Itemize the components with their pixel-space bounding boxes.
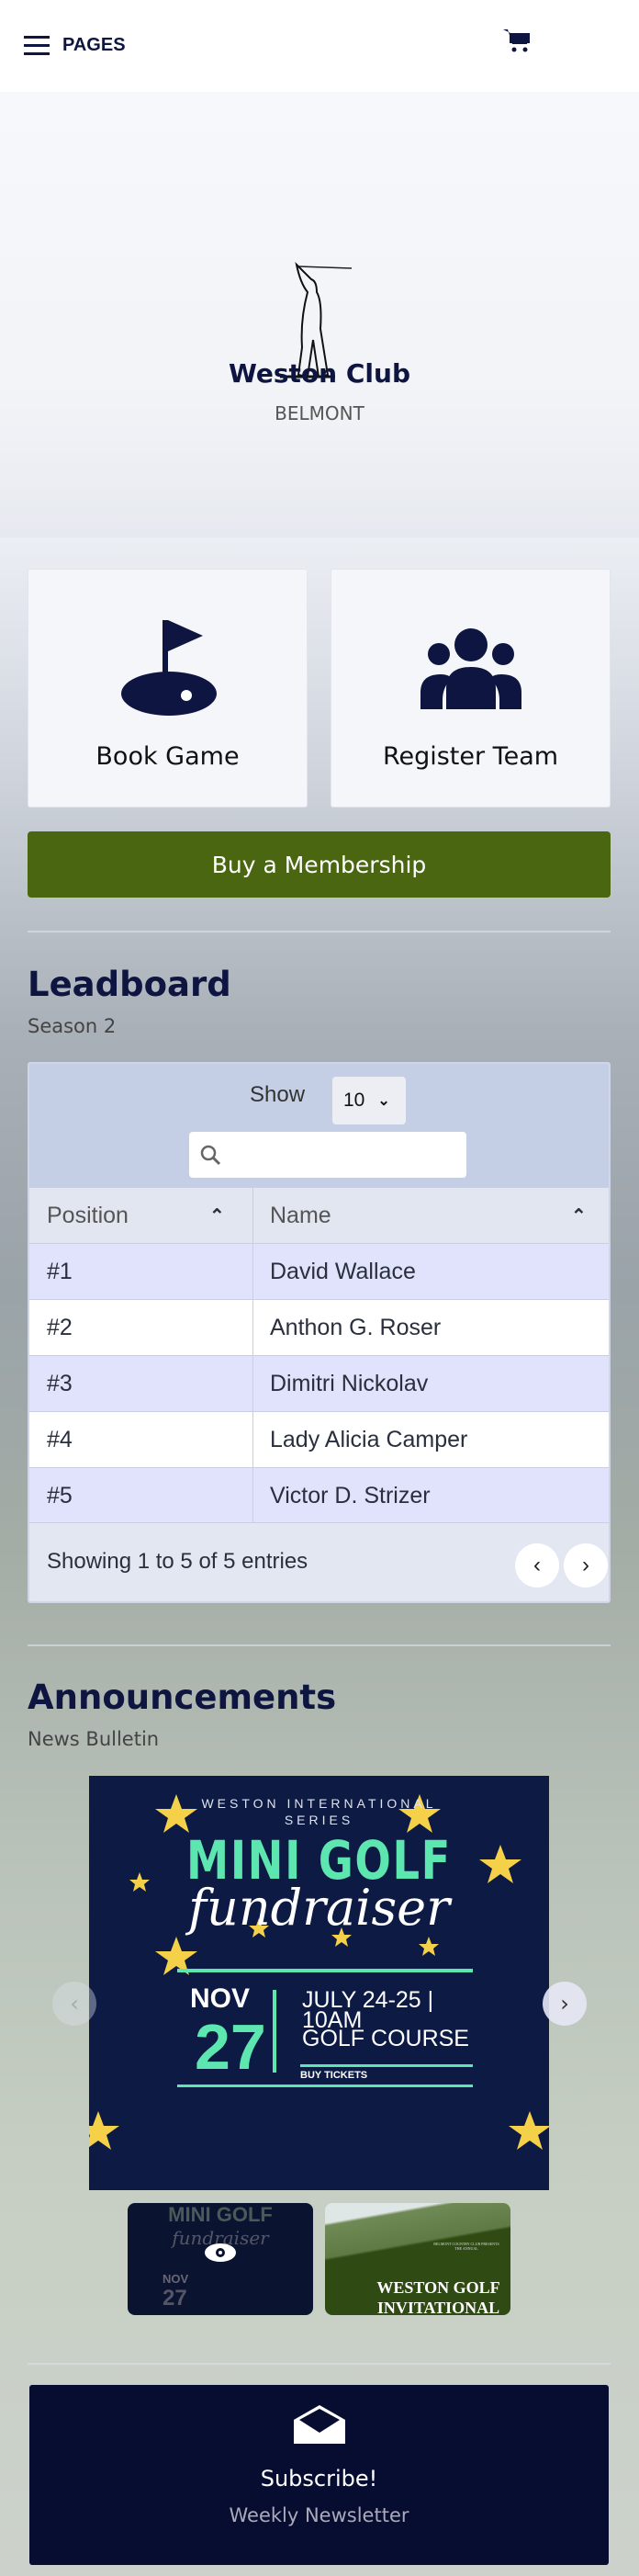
show-label: Show	[250, 1082, 306, 1107]
buy-membership-button[interactable]: Buy a Membership	[28, 831, 611, 898]
book-game-card[interactable]: Book Game	[28, 569, 308, 808]
poster-line3: GOLF COURSE	[302, 2026, 469, 2051]
page-size-select[interactable]: 10 ⌄	[332, 1077, 406, 1124]
book-game-label: Book Game	[95, 742, 240, 771]
thumb-month: NOV	[163, 2272, 189, 2286]
poster-script: fundraiser	[188, 1879, 450, 1937]
hamburger-icon	[24, 35, 50, 55]
position-cell: #3	[47, 1371, 73, 1396]
table-row: #4 Lady Alicia Camper	[29, 1411, 609, 1467]
thumb-title-2: INVITATIONAL	[376, 2299, 500, 2315]
table-row: #1 David Wallace	[29, 1243, 609, 1299]
chevron-down-icon: ⌄	[377, 1093, 390, 1109]
club-name: Weston Club	[229, 358, 410, 389]
leaderboard-table: Show 10 ⌄ Position ⌃ Name ⌃ #1 David Wall…	[28, 1062, 611, 1603]
menu-button[interactable]: PAGES	[24, 35, 126, 56]
thumb-title: WESTON GOLF	[376, 2278, 500, 2297]
poster-day: 27	[195, 2011, 266, 2083]
leaderboard-title: Leadboard	[28, 965, 231, 1004]
name-cell: Dimitri Nickolav	[270, 1371, 429, 1396]
table-info: Showing 1 to 5 of 5 entries	[47, 1549, 308, 1574]
divider	[28, 931, 611, 932]
register-team-card[interactable]: Register Team	[331, 569, 611, 808]
poster-rule	[177, 1969, 473, 1972]
carousel-next-button[interactable]: ›	[543, 1982, 587, 2026]
thumb-kicker: BELMONT COUNTRY CLUB PRESENTS THE ANNUAL	[433, 2242, 499, 2251]
menu-label: PAGES	[62, 35, 126, 55]
users-icon	[420, 628, 521, 709]
table-row: #2 Anthon G. Roser	[29, 1299, 609, 1355]
poster-cta: BUY TICKETS	[300, 2070, 368, 2081]
poster-series: WESTON INTERNATIONAL	[201, 1796, 437, 1811]
name-cell: Anthon G. Roser	[270, 1315, 442, 1340]
prev-page-button[interactable]: ‹	[515, 1543, 559, 1587]
search-icon	[200, 1145, 221, 1166]
subscribe-subtitle: Weekly Newsletter	[229, 2504, 409, 2526]
poster-rule	[273, 1990, 276, 2073]
position-cell: #1	[47, 1259, 73, 1284]
name-cell: David Wallace	[270, 1259, 416, 1284]
golf-flag-icon	[121, 620, 217, 716]
poster-series-2: SERIES	[284, 1813, 354, 1827]
carousel-prev-button[interactable]: ‹	[52, 1982, 96, 2026]
thumbnail-1[interactable]: MINI GOLF fundraiser NOV 27	[128, 2203, 313, 2315]
announcement-poster[interactable]: WESTON INTERNATIONAL SERIES MINI GOLF fu…	[89, 1776, 549, 2190]
club-location: BELMONT	[275, 402, 364, 424]
table-row: #3 Dimitri Nickolav	[29, 1355, 609, 1411]
name-cell: Victor D. Strizer	[270, 1483, 431, 1508]
poster-rule	[177, 2085, 473, 2087]
position-cell: #2	[47, 1315, 73, 1340]
column-header-name[interactable]: Name	[270, 1203, 331, 1229]
thumb-day: 27	[163, 2286, 187, 2310]
subscribe-title: Subscribe!	[260, 2466, 378, 2491]
sort-icon[interactable]: ⌃	[209, 1204, 225, 1227]
table-row: #5 Victor D. Strizer	[29, 1467, 609, 1523]
sort-icon[interactable]: ⌃	[571, 1204, 587, 1227]
thumb-title: MINI GOLF	[168, 2203, 273, 2226]
announcements-title: Announcements	[28, 1678, 337, 1717]
divider	[28, 2363, 611, 2365]
hero: Weston Club BELMONT	[0, 92, 639, 537]
announcements-subtitle: News Bulletin	[28, 1728, 160, 1750]
column-header-position[interactable]: Position	[47, 1203, 129, 1229]
position-cell: #5	[47, 1483, 73, 1508]
subscribe-card[interactable]: Subscribe! Weekly Newsletter	[29, 2385, 609, 2565]
leaderboard-subtitle: Season 2	[28, 1015, 117, 1037]
eye-icon	[205, 2243, 236, 2262]
thumbnail-2[interactable]: BELMONT COUNTRY CLUB PRESENTS THE ANNUAL…	[325, 2203, 510, 2315]
position-cell: #4	[47, 1427, 73, 1452]
envelope-open-icon	[294, 2405, 345, 2444]
table-header: Position ⌃ Name ⌃	[29, 1187, 609, 1243]
page-size-value: 10	[343, 1090, 365, 1111]
name-cell: Lady Alicia Camper	[270, 1427, 468, 1452]
table-controls: Show 10 ⌄	[29, 1064, 609, 1187]
poster-rule	[300, 2064, 473, 2067]
search-input[interactable]	[189, 1132, 466, 1178]
divider	[28, 1644, 611, 1646]
register-team-label: Register Team	[382, 742, 559, 771]
top-nav: PAGES	[0, 0, 639, 92]
cart-icon[interactable]	[503, 28, 531, 53]
next-page-button[interactable]: ›	[564, 1543, 608, 1587]
